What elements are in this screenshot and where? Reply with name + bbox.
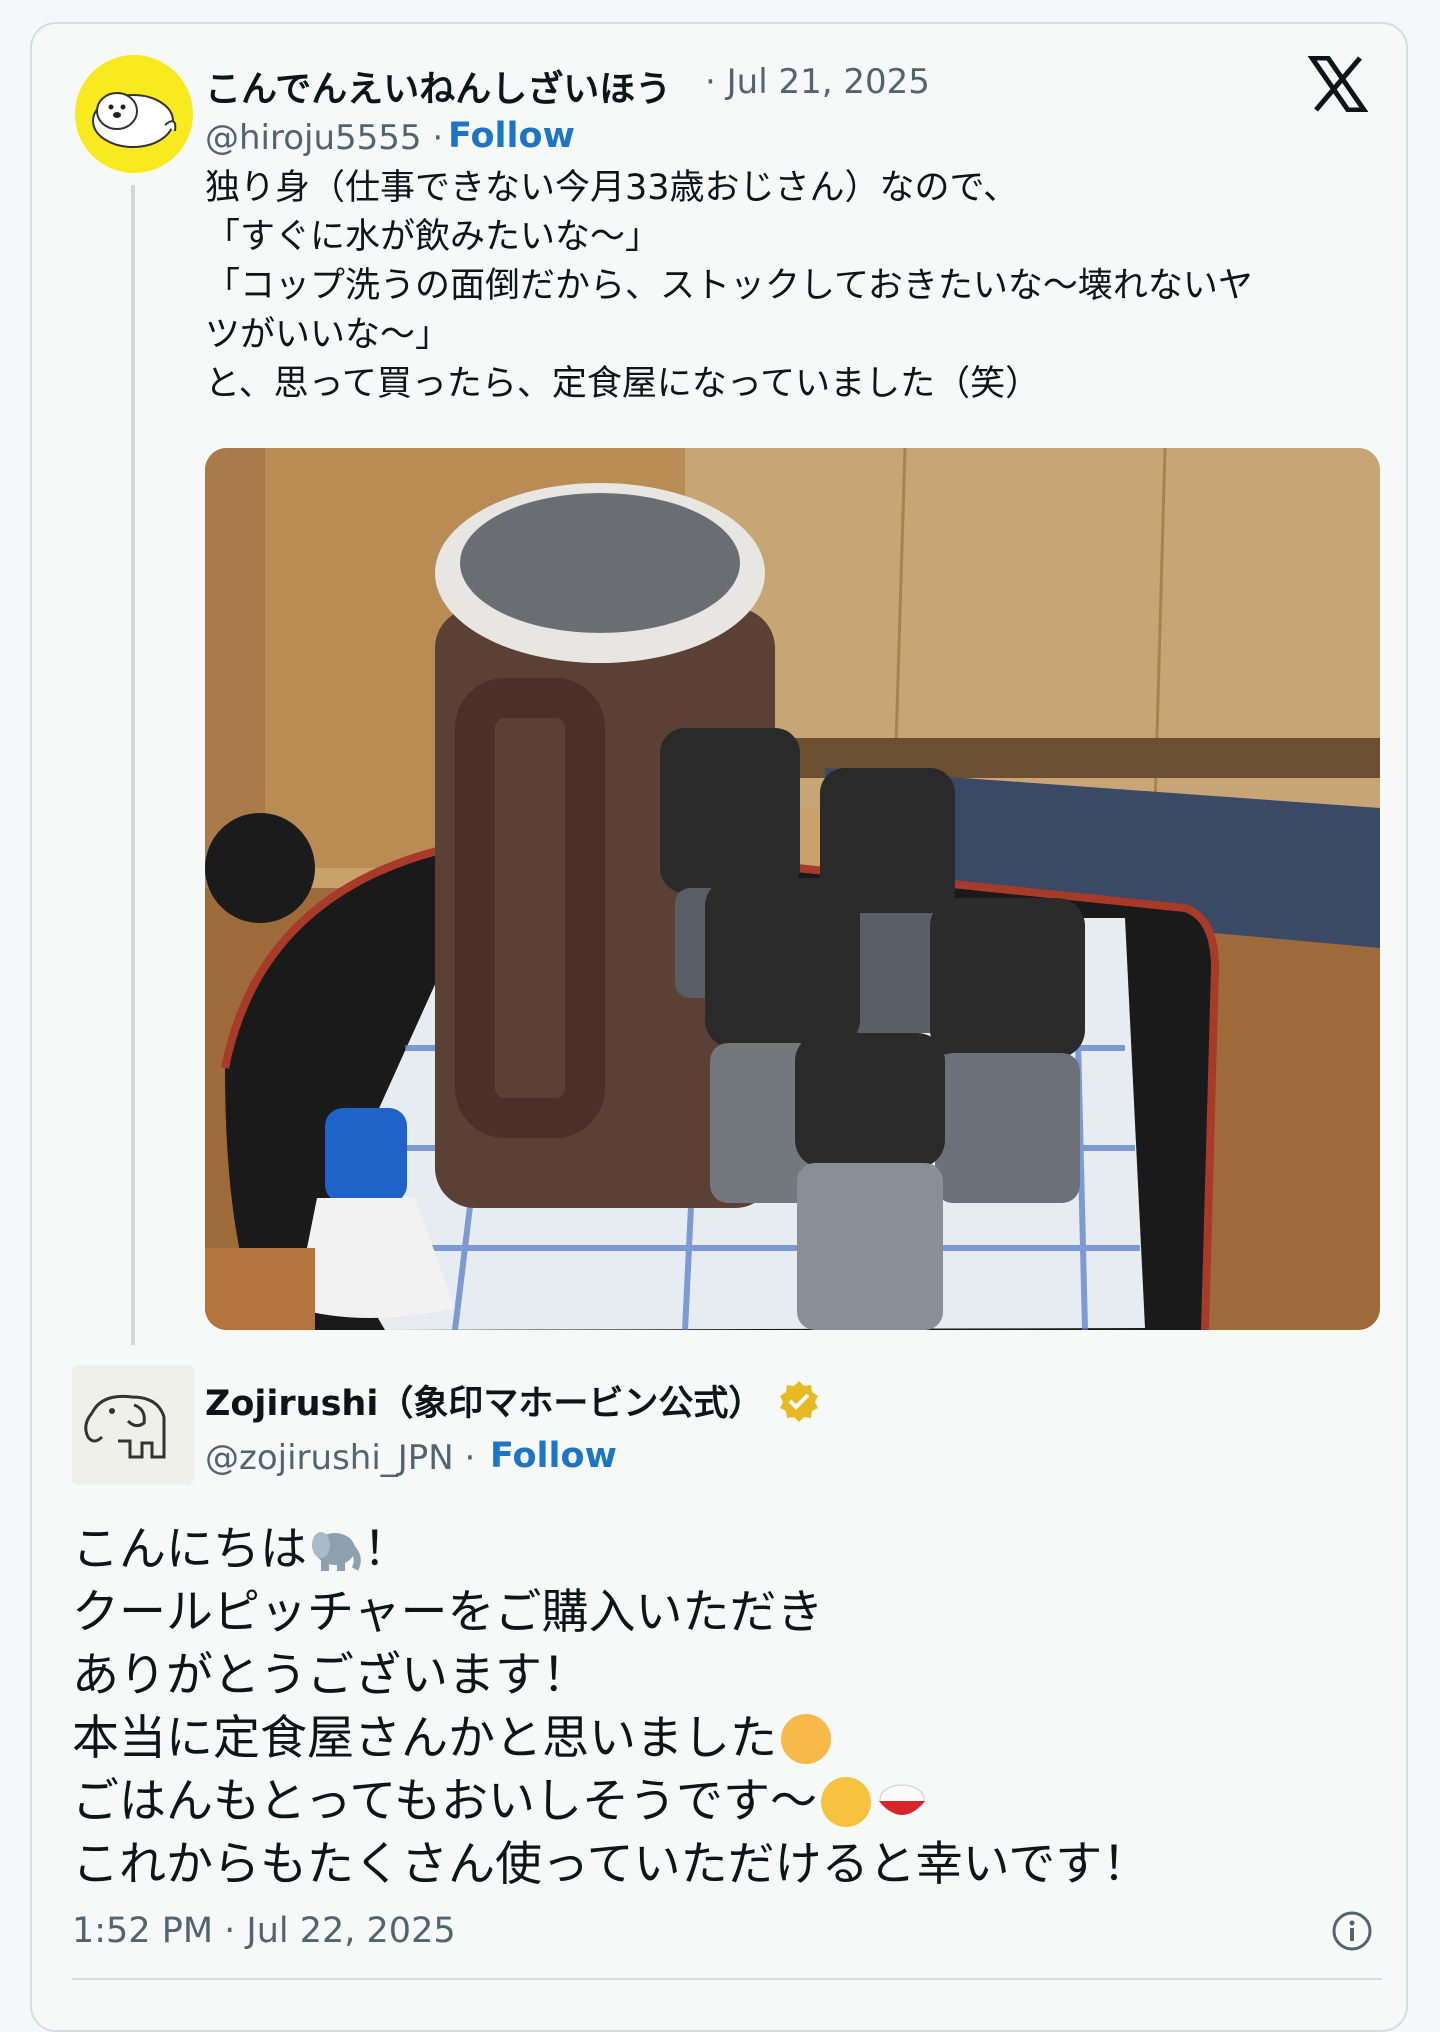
tweet-text-line: 「コップ洗うの面倒だから、ストックしておきたいな〜壊れないヤ	[205, 266, 1253, 306]
reply-text-line: クールピッチャーをご購入いただき	[72, 1585, 824, 1640]
reply-text-segment: こんにちは	[72, 1522, 307, 1577]
elephant-emoji-icon	[312, 1531, 361, 1571]
smiling-hand-over-mouth-emoji-icon	[781, 1713, 831, 1764]
reply-timestamp[interactable]: 1:52 PM · Jul 22, 2025	[72, 1911, 456, 1951]
tweet-photo[interactable]	[205, 448, 1380, 1330]
tweet-date[interactable]: · Jul 21, 2025	[705, 62, 930, 102]
tweet-text-line: 「すぐに水が飲みたいな〜」	[205, 217, 661, 257]
x-logo-icon[interactable]	[1308, 56, 1368, 112]
tweet-author-handle[interactable]: @hiroju5555 ·	[205, 118, 443, 158]
reply-text-line: ごはんもとってもおいしそうです〜	[72, 1770, 1149, 1833]
reply-text-line: 本当に定食屋さんかと思いました	[72, 1707, 1149, 1770]
tweet-text-line: ツがいいな〜」	[205, 315, 451, 355]
reply-author-handle[interactable]: @zojirushi_JPN ·	[205, 1438, 475, 1478]
divider	[72, 1978, 1382, 1980]
tweet-author-name[interactable]: こんでんえいねんしざいほう	[205, 60, 671, 112]
reply-text-segment: 本当に定食屋さんかと思いました	[72, 1711, 777, 1766]
reply-text-line: こんにちは ！	[72, 1518, 1149, 1581]
verified-badge-icon	[780, 1380, 819, 1422]
reply-text-line: これからもたくさん使っていただけると幸いです！	[72, 1837, 1150, 1892]
reply-text: こんにちは ！ クールピッチャーをご購入いただき ありがとうございます！ 本当に…	[72, 1518, 1149, 1896]
reply-author-name[interactable]: Zojirushi（象印マホービン公式）	[205, 1375, 763, 1426]
info-icon[interactable]	[1330, 1909, 1374, 1953]
follow-button[interactable]: Follow	[490, 1436, 617, 1476]
tweet-text-line: 独り身（仕事できない今月33歳おじさん）なので、	[205, 168, 1019, 208]
reply-text-line: ありがとうございます！	[72, 1648, 589, 1703]
avatar[interactable]	[72, 1365, 194, 1485]
rice-bowl-emoji-icon	[878, 1784, 925, 1815]
yum-face-emoji-icon	[820, 1776, 871, 1827]
thread-connector-line	[131, 185, 135, 1345]
tweet-text-line: と、思って買ったら、定食屋になっていました（笑）	[205, 364, 1041, 404]
avatar[interactable]	[75, 55, 193, 173]
follow-button[interactable]: Follow	[448, 116, 575, 156]
reply-author[interactable]: Zojirushi（象印マホービン公式）	[205, 1375, 821, 1426]
reply-text-segment: ごはんもとってもおいしそうです〜	[72, 1774, 817, 1829]
reply-text-segment: ！	[363, 1522, 410, 1577]
tweet-text: 独り身（仕事できない今月33歳おじさん）なので、 「すぐに水が飲みたいな〜」 「…	[205, 164, 1375, 409]
